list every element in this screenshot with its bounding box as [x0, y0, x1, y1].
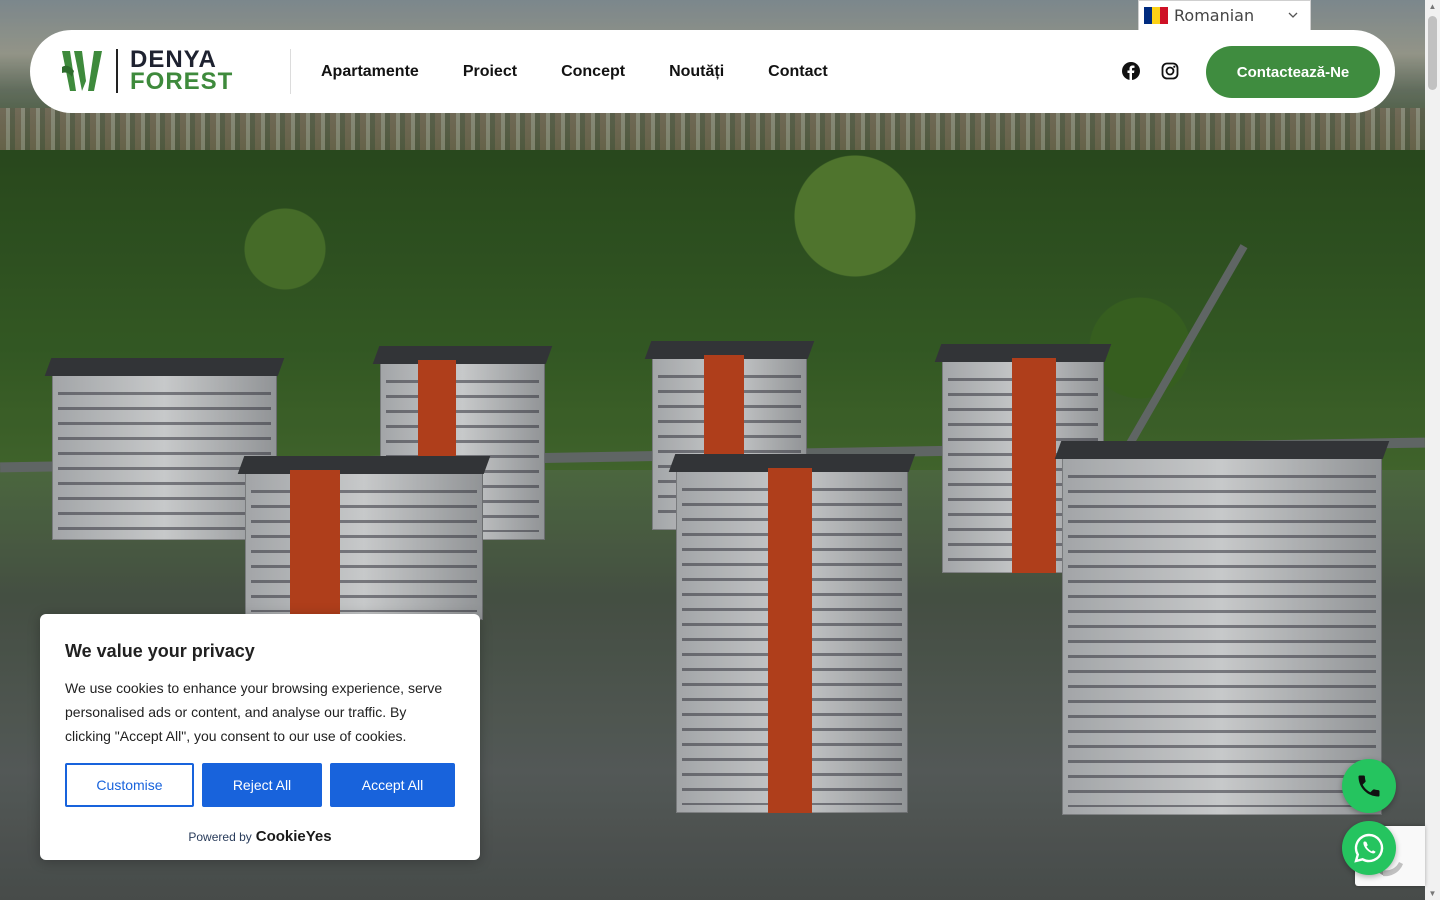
logo-line-2: FOREST: [130, 68, 234, 95]
nav-item-apartamente[interactable]: Apartamente: [321, 63, 419, 81]
cookie-consent-dialog: We value your privacy We use cookies to …: [40, 614, 480, 860]
whatsapp-button[interactable]: [1342, 821, 1396, 875]
page-scrollbar[interactable]: ▲ ▼: [1425, 0, 1440, 900]
powered-by: Powered by CookieYes: [40, 828, 480, 845]
header-divider: [290, 49, 291, 94]
main-nav: Apartamente Proiect Concept Noutăți Cont…: [321, 30, 872, 113]
nav-item-proiect[interactable]: Proiect: [463, 63, 517, 81]
romania-flag-icon: [1144, 7, 1168, 24]
site-logo[interactable]: DENYA FOREST: [60, 48, 233, 94]
facebook-icon[interactable]: [1122, 62, 1140, 80]
powered-by-label: Powered by: [188, 830, 252, 844]
instagram-icon[interactable]: [1161, 62, 1179, 80]
nav-item-concept[interactable]: Concept: [561, 63, 625, 81]
logo-mark-icon: [62, 51, 102, 91]
language-label: Romanian: [1174, 6, 1255, 25]
reject-all-button[interactable]: Reject All: [202, 763, 322, 807]
logo-wordmark: DENYA FOREST: [130, 48, 234, 95]
social-links: [1122, 62, 1179, 80]
phone-icon: [1358, 775, 1380, 797]
chevron-down-icon: [1288, 12, 1298, 18]
cookie-title: We value your privacy: [65, 641, 255, 661]
scroll-up-arrow-icon[interactable]: ▲: [1428, 2, 1437, 11]
whatsapp-icon: [1354, 833, 1384, 863]
scroll-down-arrow-icon[interactable]: ▼: [1428, 889, 1437, 898]
call-button[interactable]: [1342, 759, 1396, 813]
cookieyes-logo[interactable]: CookieYes: [256, 828, 332, 845]
site-header: DENYA FOREST Apartamente Proiect Concept…: [30, 30, 1395, 113]
contact-us-button[interactable]: Contactează-Ne: [1206, 46, 1380, 98]
nav-item-noutati[interactable]: Noutăți: [669, 63, 724, 81]
logo-separator: [116, 49, 118, 93]
cookie-description: We use cookies to enhance your browsing …: [65, 680, 443, 744]
customise-button[interactable]: Customise: [65, 763, 194, 807]
scrollbar-thumb[interactable]: [1428, 16, 1437, 90]
cookie-actions: Customise Reject All Accept All: [65, 763, 455, 807]
nav-item-contact[interactable]: Contact: [768, 63, 828, 81]
language-selector[interactable]: Romanian: [1138, 0, 1311, 31]
accept-all-button[interactable]: Accept All: [330, 763, 455, 807]
